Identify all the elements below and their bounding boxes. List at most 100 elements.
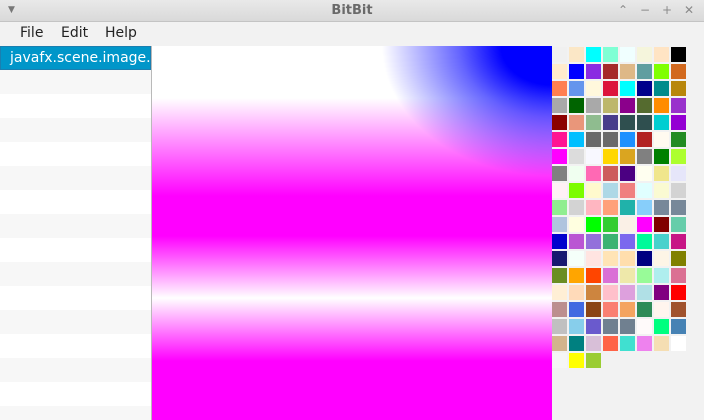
palette-swatch[interactable]: [637, 268, 652, 283]
palette-swatch[interactable]: [637, 64, 652, 79]
palette-swatch[interactable]: [671, 98, 686, 113]
palette-swatch[interactable]: [637, 132, 652, 147]
palette-swatch[interactable]: [620, 302, 635, 317]
palette-swatch[interactable]: [620, 217, 635, 232]
palette-swatch[interactable]: [654, 149, 669, 164]
palette-swatch[interactable]: [569, 234, 584, 249]
palette-swatch[interactable]: [586, 98, 601, 113]
palette-swatch[interactable]: [654, 251, 669, 266]
palette-swatch[interactable]: [569, 336, 584, 351]
palette-swatch[interactable]: [586, 353, 601, 368]
palette-swatch[interactable]: [620, 200, 635, 215]
palette-swatch[interactable]: [569, 98, 584, 113]
palette-swatch[interactable]: [654, 336, 669, 351]
palette-swatch[interactable]: [603, 115, 618, 130]
list-row[interactable]: [0, 358, 151, 382]
palette-swatch[interactable]: [552, 353, 567, 368]
palette-swatch[interactable]: [603, 285, 618, 300]
palette-swatch[interactable]: [637, 149, 652, 164]
palette-swatch[interactable]: [586, 200, 601, 215]
image-canvas[interactable]: [152, 46, 552, 420]
palette-swatch[interactable]: [654, 200, 669, 215]
palette-swatch[interactable]: [637, 234, 652, 249]
palette-swatch[interactable]: [620, 234, 635, 249]
palette-swatch[interactable]: [552, 336, 567, 351]
palette-swatch[interactable]: [637, 47, 652, 62]
palette-swatch[interactable]: [552, 302, 567, 317]
palette-swatch[interactable]: [654, 183, 669, 198]
palette-swatch[interactable]: [620, 98, 635, 113]
palette-swatch[interactable]: [654, 166, 669, 181]
list-row[interactable]: [0, 70, 151, 94]
palette-swatch[interactable]: [603, 64, 618, 79]
maximize-icon[interactable]: +: [659, 2, 675, 18]
palette-swatch[interactable]: [603, 149, 618, 164]
palette-swatch[interactable]: [671, 268, 686, 283]
palette-swatch[interactable]: [569, 115, 584, 130]
menu-help[interactable]: Help: [105, 25, 137, 41]
list-row[interactable]: [0, 382, 151, 406]
palette-swatch[interactable]: [586, 47, 601, 62]
list-item-selected[interactable]: javafx.scene.image.Image: [0, 46, 151, 70]
palette-swatch[interactable]: [671, 285, 686, 300]
palette-swatch[interactable]: [552, 217, 567, 232]
palette-swatch[interactable]: [654, 81, 669, 96]
palette-swatch[interactable]: [552, 166, 567, 181]
palette-swatch[interactable]: [552, 64, 567, 79]
palette-swatch[interactable]: [637, 336, 652, 351]
palette-swatch[interactable]: [637, 115, 652, 130]
palette-swatch[interactable]: [671, 81, 686, 96]
palette-swatch[interactable]: [637, 302, 652, 317]
list-row[interactable]: [0, 190, 151, 214]
palette-swatch[interactable]: [586, 81, 601, 96]
palette-swatch[interactable]: [620, 64, 635, 79]
palette-swatch[interactable]: [569, 183, 584, 198]
palette-swatch[interactable]: [569, 81, 584, 96]
palette-swatch[interactable]: [586, 149, 601, 164]
palette-swatch[interactable]: [586, 115, 601, 130]
palette-swatch[interactable]: [620, 81, 635, 96]
palette-swatch[interactable]: [671, 132, 686, 147]
palette-swatch[interactable]: [586, 302, 601, 317]
palette-swatch[interactable]: [671, 64, 686, 79]
list-row[interactable]: [0, 142, 151, 166]
palette-swatch[interactable]: [654, 47, 669, 62]
palette-swatch[interactable]: [552, 149, 567, 164]
palette-swatch[interactable]: [552, 251, 567, 266]
palette-swatch[interactable]: [586, 319, 601, 334]
palette-swatch[interactable]: [671, 336, 686, 351]
palette-swatch[interactable]: [620, 166, 635, 181]
palette-swatch[interactable]: [654, 302, 669, 317]
palette-swatch[interactable]: [671, 47, 686, 62]
palette-swatch[interactable]: [603, 98, 618, 113]
palette-swatch[interactable]: [620, 285, 635, 300]
palette-swatch[interactable]: [552, 98, 567, 113]
palette-swatch[interactable]: [671, 115, 686, 130]
palette-swatch[interactable]: [671, 251, 686, 266]
list-row[interactable]: [0, 238, 151, 262]
palette-swatch[interactable]: [586, 285, 601, 300]
palette-swatch[interactable]: [569, 319, 584, 334]
color-palette[interactable]: [552, 46, 704, 420]
palette-swatch[interactable]: [569, 353, 584, 368]
palette-swatch[interactable]: [637, 285, 652, 300]
palette-swatch[interactable]: [620, 132, 635, 147]
close-icon[interactable]: ✕: [681, 2, 697, 18]
palette-swatch[interactable]: [620, 336, 635, 351]
palette-swatch[interactable]: [603, 200, 618, 215]
palette-swatch[interactable]: [569, 302, 584, 317]
palette-swatch[interactable]: [603, 336, 618, 351]
palette-swatch[interactable]: [552, 183, 567, 198]
palette-swatch[interactable]: [586, 132, 601, 147]
palette-swatch[interactable]: [671, 234, 686, 249]
menu-edit[interactable]: Edit: [61, 25, 88, 41]
palette-swatch[interactable]: [620, 183, 635, 198]
palette-swatch[interactable]: [552, 268, 567, 283]
palette-swatch[interactable]: [637, 319, 652, 334]
palette-swatch[interactable]: [569, 268, 584, 283]
palette-swatch[interactable]: [671, 183, 686, 198]
palette-swatch[interactable]: [569, 132, 584, 147]
list-row[interactable]: [0, 406, 151, 420]
palette-swatch[interactable]: [552, 234, 567, 249]
palette-swatch[interactable]: [569, 149, 584, 164]
